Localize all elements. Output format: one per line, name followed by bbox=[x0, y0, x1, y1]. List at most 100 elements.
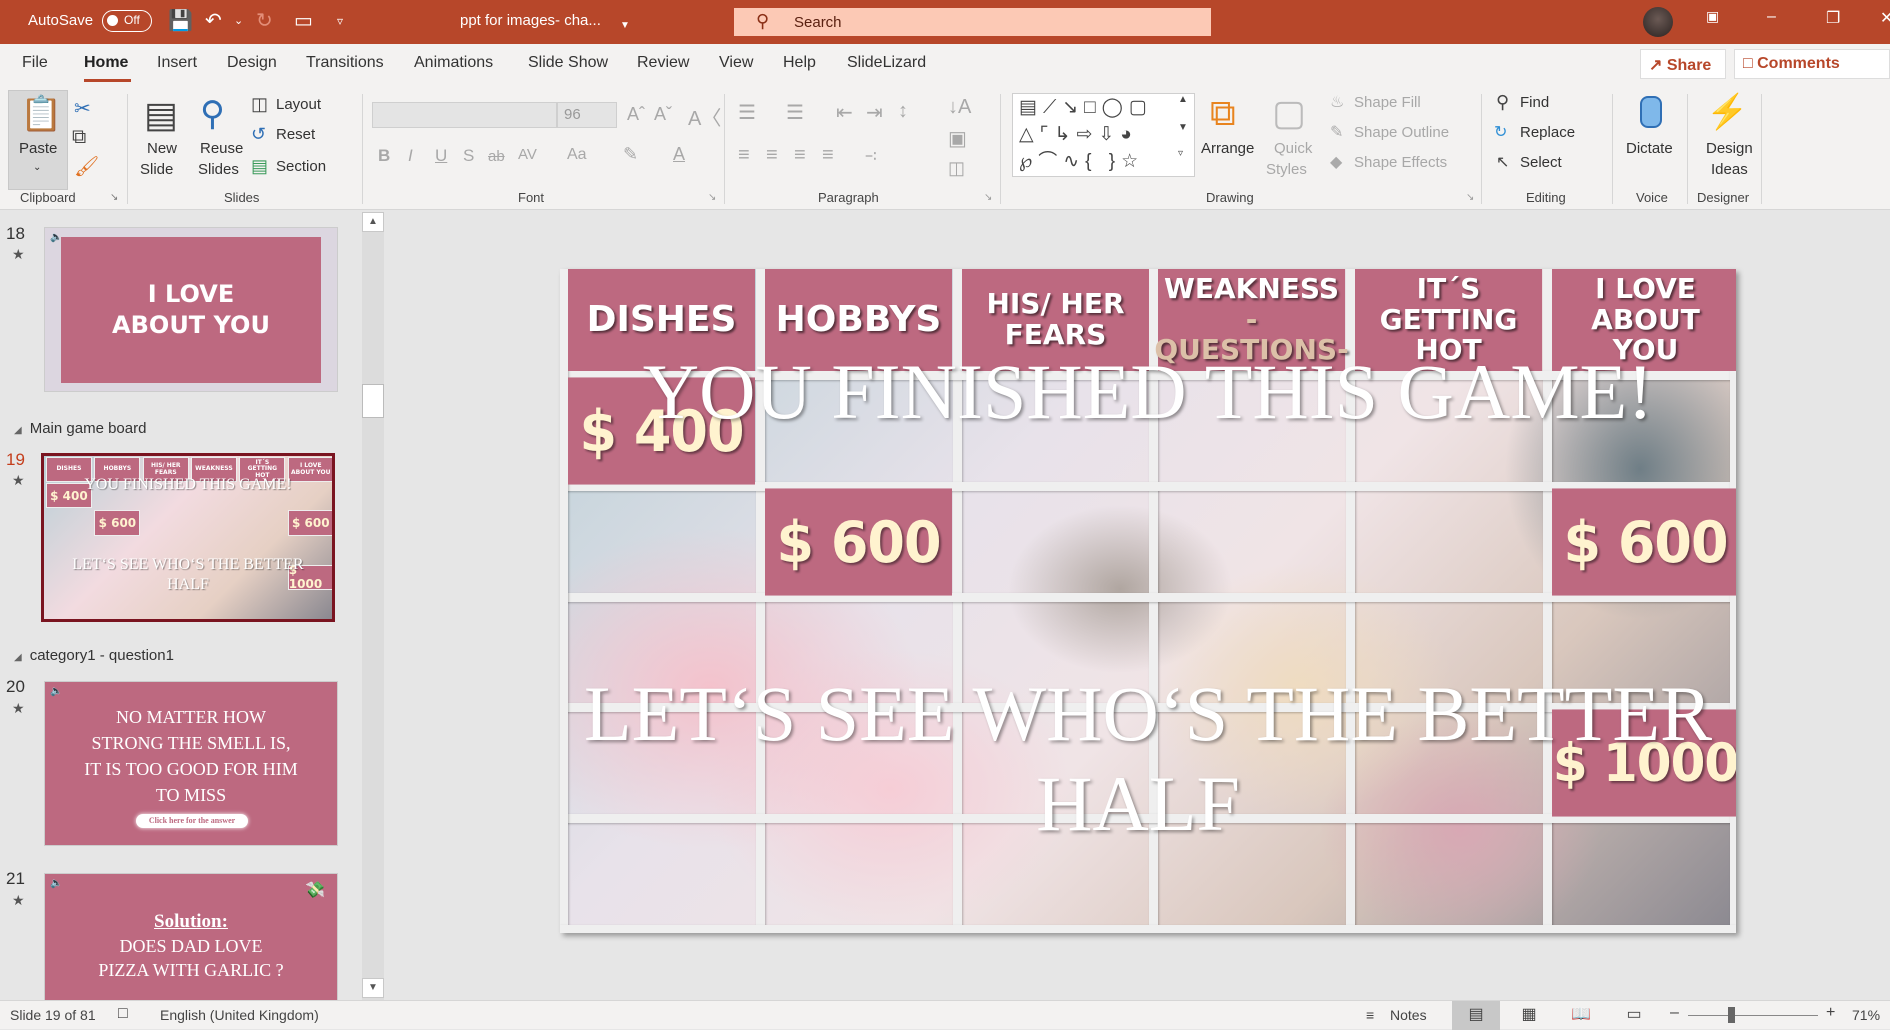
increase-font-size-icon[interactable]: Aˆ bbox=[627, 104, 645, 125]
font-name-input[interactable] bbox=[372, 102, 557, 128]
scroll-down-button[interactable]: ▼ bbox=[362, 978, 384, 998]
bullets-icon[interactable]: ☰ bbox=[738, 100, 756, 125]
dictate-button[interactable]: Dictate bbox=[1626, 140, 1673, 157]
highlight-icon[interactable]: ✎ bbox=[623, 144, 638, 165]
reuse-slides-label-1[interactable]: Reuse bbox=[200, 140, 243, 157]
money-tile[interactable]: $ 600 bbox=[765, 488, 952, 595]
justify-icon[interactable]: ≡ bbox=[822, 144, 834, 167]
tab-view[interactable]: View bbox=[719, 54, 753, 72]
undo-dropdown-icon[interactable]: ⌄ bbox=[234, 9, 243, 33]
slide-thumbnail-21[interactable]: 🔈 💸 Solution: DOES DAD LOVE PIZZA WITH G… bbox=[44, 873, 338, 1000]
shapes-gallery[interactable]: ▤⟋↘□◯▢△⌜↳⇨⇩◕℘⌒∿{ }☆ bbox=[1012, 93, 1195, 177]
zoom-slider-thumb[interactable] bbox=[1728, 1007, 1735, 1023]
drawing-launcher-icon[interactable]: ↘ bbox=[1466, 192, 1474, 203]
user-avatar[interactable] bbox=[1643, 7, 1673, 37]
strikethrough-button[interactable]: ab bbox=[488, 148, 505, 165]
customize-toolbar-icon[interactable]: ▿ bbox=[337, 9, 343, 33]
slide-sorter-button[interactable]: ▦ bbox=[1505, 1001, 1553, 1030]
tab-slide-show[interactable]: Slide Show bbox=[528, 54, 608, 72]
redo-icon[interactable]: ↻ bbox=[256, 9, 273, 33]
gallery-up-icon[interactable]: ▲ bbox=[1178, 94, 1188, 105]
tab-slidelizard[interactable]: SlideLizard bbox=[847, 54, 926, 72]
shape-outline-button[interactable]: Shape Outline bbox=[1354, 124, 1449, 141]
paragraph-launcher-icon[interactable]: ↘ bbox=[984, 192, 992, 203]
new-slide-label-2[interactable]: Slide bbox=[140, 161, 173, 178]
autosave-toggle[interactable]: Off bbox=[102, 10, 152, 32]
clipboard-launcher-icon[interactable]: ↘ bbox=[110, 192, 118, 203]
format-painter-icon[interactable]: 🖌 bbox=[74, 154, 99, 179]
increase-indent-icon[interactable]: ⇥ bbox=[866, 100, 883, 125]
section-header-main-game-board[interactable]: ◢Main game board bbox=[14, 420, 146, 437]
underline-button[interactable]: U bbox=[435, 146, 447, 166]
shape-fill-button[interactable]: Shape Fill bbox=[1354, 94, 1421, 111]
zoom-slider[interactable] bbox=[1688, 1015, 1818, 1016]
scroll-up-button[interactable]: ▲ bbox=[362, 212, 384, 232]
find-button[interactable]: Find bbox=[1520, 94, 1549, 111]
share-button[interactable]: ↗ Share bbox=[1640, 49, 1726, 79]
smartart-icon[interactable]: ◫ bbox=[948, 158, 965, 179]
section-header-category1-question1[interactable]: ◢category1 - question1 bbox=[14, 647, 174, 664]
section-button[interactable]: Section bbox=[276, 158, 326, 175]
shadow-button[interactable]: S bbox=[463, 146, 474, 166]
save-icon[interactable]: 💾 bbox=[168, 9, 193, 33]
italic-button[interactable]: I bbox=[408, 146, 413, 166]
decrease-indent-icon[interactable]: ⇤ bbox=[836, 100, 853, 125]
close-icon[interactable]: ✕ bbox=[1880, 8, 1890, 28]
quick-styles-label-1[interactable]: Quick bbox=[1274, 140, 1312, 157]
tab-design[interactable]: Design bbox=[227, 54, 277, 72]
comments-button[interactable]: □ Comments bbox=[1734, 49, 1890, 79]
replace-button[interactable]: Replace bbox=[1520, 124, 1575, 141]
undo-icon[interactable]: ↶ bbox=[205, 9, 222, 33]
tab-insert[interactable]: Insert bbox=[157, 54, 197, 72]
money-tile[interactable]: $ 600 bbox=[1552, 488, 1736, 595]
zoom-level[interactable]: 71% bbox=[1852, 1007, 1880, 1023]
change-case-button[interactable]: Aa bbox=[567, 146, 587, 164]
columns-icon[interactable]: ∹ bbox=[864, 146, 877, 166]
tab-help[interactable]: Help bbox=[783, 54, 816, 72]
tab-file[interactable]: File bbox=[22, 54, 48, 72]
align-right-icon[interactable]: ≡ bbox=[794, 144, 806, 167]
font-size-input[interactable]: 96 bbox=[557, 102, 617, 128]
align-text-icon[interactable]: ▣ bbox=[948, 126, 967, 151]
title-dropdown-icon[interactable]: ▼ bbox=[620, 14, 630, 38]
minimize-icon[interactable]: – bbox=[1767, 8, 1776, 26]
language-indicator[interactable]: English (United Kingdom) bbox=[160, 1007, 319, 1023]
align-left-icon[interactable]: ≡ bbox=[738, 144, 750, 167]
reading-view-button[interactable]: 📖 bbox=[1557, 1001, 1605, 1030]
slide-thumbnail-19[interactable]: DISHESHOBBYSHIS/ HER FEARSWEAKNESSIT´S G… bbox=[41, 453, 335, 622]
cut-icon[interactable]: ✂ bbox=[74, 96, 91, 121]
align-center-icon[interactable]: ≡ bbox=[766, 144, 778, 167]
notes-button[interactable]: Notes bbox=[1390, 1007, 1427, 1023]
design-ideas-label-2[interactable]: Ideas bbox=[1711, 161, 1748, 178]
character-spacing-button[interactable]: AV bbox=[518, 146, 537, 163]
arrange-button[interactable]: Arrange bbox=[1201, 140, 1254, 157]
zoom-out-button[interactable]: – bbox=[1670, 1004, 1679, 1022]
decrease-font-size-icon[interactable]: Aˇ bbox=[654, 104, 672, 125]
present-from-start-icon[interactable]: ▭ bbox=[294, 9, 313, 33]
slide-show-button[interactable]: ▭ bbox=[1610, 1001, 1658, 1030]
shape-effects-button[interactable]: Shape Effects bbox=[1354, 154, 1447, 171]
quick-styles-label-2[interactable]: Styles bbox=[1266, 161, 1307, 178]
slide-canvas[interactable]: DISHESHOBBYSHIS/ HER FEARSWEAKNESS-QUEST… bbox=[560, 269, 1736, 933]
slide-thumbnail-20[interactable]: 🔈 NO MATTER HOW STRONG THE SMELL IS, IT … bbox=[44, 681, 338, 846]
bold-button[interactable]: B bbox=[378, 146, 390, 166]
restore-icon[interactable]: ❐ bbox=[1826, 8, 1840, 28]
scroll-thumb[interactable] bbox=[362, 384, 384, 418]
layout-button[interactable]: Layout bbox=[276, 96, 321, 113]
font-launcher-icon[interactable]: ↘ bbox=[708, 192, 716, 203]
tab-review[interactable]: Review bbox=[637, 54, 689, 72]
new-slide-label-1[interactable]: New bbox=[147, 140, 177, 157]
select-button[interactable]: Select bbox=[1520, 154, 1562, 171]
tab-animations[interactable]: Animations bbox=[414, 54, 493, 72]
numbering-icon[interactable]: ☰ bbox=[786, 100, 804, 125]
search-box[interactable]: ⚲ Search bbox=[734, 8, 1211, 36]
text-direction-icon[interactable]: ↓A bbox=[948, 96, 971, 119]
font-color-icon[interactable]: A bbox=[673, 144, 685, 165]
copy-icon[interactable]: ⧉ bbox=[72, 126, 86, 149]
design-ideas-label-1[interactable]: Design bbox=[1706, 140, 1753, 157]
ribbon-display-options-icon[interactable]: ▣ bbox=[1706, 8, 1719, 25]
thumbnail-scrollbar[interactable]: ▲ ▼ bbox=[362, 212, 384, 1000]
tab-transitions[interactable]: Transitions bbox=[306, 54, 384, 72]
slide-thumbnail-18[interactable]: I LOVE ABOUT YOU 🔈 bbox=[44, 227, 338, 392]
gallery-more-icon[interactable]: ▿ bbox=[1178, 148, 1183, 159]
